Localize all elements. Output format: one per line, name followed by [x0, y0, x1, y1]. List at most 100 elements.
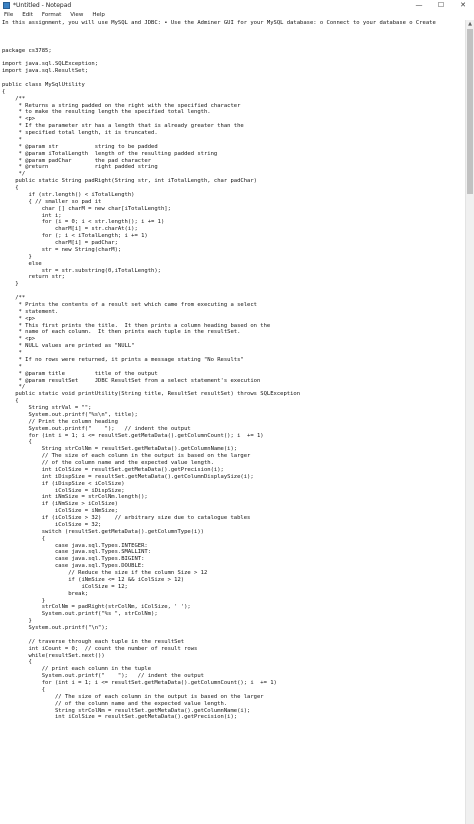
- code-line: * @param resultSet JDBC ResultSet from a…: [2, 377, 261, 384]
- code-line: In this assignment, you will use MySQL a…: [2, 20, 436, 26]
- code-line: * Returns a string padded on the right w…: [2, 102, 241, 109]
- code-line: {: [2, 398, 19, 405]
- code-line: str = new String(charM);: [2, 246, 122, 253]
- code-line: case java.sql.Types.SMALLINT:: [2, 549, 152, 556]
- code-line: * This first prints the title. It then p…: [2, 322, 271, 329]
- code-line: System.out.printf("%s\n", title);: [2, 411, 138, 418]
- code-line: *: [2, 363, 22, 370]
- code-line: String strColNm = resultSet.getMetaData(…: [2, 707, 251, 714]
- code-line: // traverse through each tuple in the re…: [2, 638, 185, 645]
- code-line: {: [2, 535, 46, 542]
- menu-view[interactable]: View: [66, 11, 88, 20]
- code-line: {: [2, 439, 32, 446]
- close-button[interactable]: ✕: [452, 0, 474, 11]
- code-line: iColSize = iDispSize;: [2, 487, 125, 494]
- menu-file[interactable]: File: [0, 11, 18, 20]
- menu-format[interactable]: Format: [38, 11, 66, 20]
- code-line: int iNmSize = strColNm.length();: [2, 494, 148, 501]
- code-line: * @param str string to be padded: [2, 143, 158, 150]
- code-line: return str;: [2, 274, 65, 281]
- code-line: for (int i = 1; i <= resultSet.getMetaDa…: [2, 680, 277, 686]
- code-line: /**: [2, 95, 26, 102]
- code-line: *: [2, 136, 22, 143]
- code-line: import java.sql.ResultSet;: [2, 68, 89, 75]
- text-editor-area[interactable]: In this assignment, you will use MySQL a…: [0, 20, 465, 824]
- code-line: case java.sql.Types.BIGINT:: [2, 556, 145, 563]
- code-line: char [] charM = new char[iTotalLength];: [2, 205, 171, 212]
- code-line: {: [2, 686, 46, 693]
- code-line: iColSize = iNmSize;: [2, 508, 118, 515]
- code-line: if (str.length() < iTotalLength): [2, 191, 135, 198]
- notepad-icon: [3, 2, 10, 9]
- code-line: }: [2, 618, 32, 625]
- code-line: else: [2, 260, 42, 267]
- maximize-button[interactable]: ☐: [430, 0, 452, 11]
- menu-help[interactable]: Help: [88, 11, 110, 20]
- menu-bar: File Edit Format View Help: [0, 11, 474, 20]
- code-line: if (iColSize > 32) // arbitrary size due…: [2, 515, 251, 521]
- code-line: * name of each column. It then prints ea…: [2, 329, 241, 336]
- code-line: System.out.printf("%s ", strColNm);: [2, 611, 158, 618]
- code-line: package cs3785;: [2, 47, 52, 54]
- code-line: // The size of each column in the output…: [2, 453, 251, 460]
- code-line: // Reduce the size if the column Size > …: [2, 570, 208, 576]
- code-line: * <p>: [2, 336, 36, 343]
- code-line: int iColSize = resultSet.getMetaData().g…: [2, 714, 238, 721]
- code-line: public class MySqlUtility: [2, 81, 85, 88]
- code-line: }: [2, 281, 19, 288]
- code-line: for (; i < iTotalLength; i += 1): [2, 233, 148, 240]
- code-line: }: [2, 597, 46, 604]
- code-line: if (iNmSize <= 12 && iColSize > 12): [2, 576, 185, 583]
- code-line: * <p>: [2, 315, 36, 322]
- code-line: System.out.printf("\n");: [2, 625, 108, 631]
- code-line: if (iDispSize < iColSize): [2, 480, 125, 487]
- scroll-thumb[interactable]: [467, 29, 473, 194]
- minimize-button[interactable]: —: [408, 0, 430, 11]
- code-line: // of the column name and the expected v…: [2, 460, 214, 466]
- code-line: str = str.substring(0,iTotalLength);: [2, 267, 161, 274]
- code-line: int iColSize = resultSet.getMetaData().g…: [2, 466, 224, 473]
- code-line: * specified total length, it is truncate…: [2, 130, 158, 136]
- code-line: * If the parameter str has a length that…: [2, 123, 244, 130]
- code-line: while(resultSet.next()): [2, 652, 105, 659]
- code-line: * @return right padded string: [2, 164, 158, 171]
- code-line: int i;: [2, 212, 62, 219]
- code-line: String strVal = "";: [2, 405, 92, 411]
- code-line: // The size of each column in the output…: [2, 693, 264, 700]
- code-line: { // smaller so pad it: [2, 198, 102, 205]
- window-controls: — ☐ ✕: [408, 0, 474, 11]
- code-line: */: [2, 171, 26, 178]
- code-line: * to make the resulting length the speci…: [2, 109, 211, 116]
- code-line: * statement.: [2, 308, 59, 315]
- code-line: charM[i] = padChar;: [2, 240, 118, 246]
- code-line: int iCount = 0; // count the number of r…: [2, 645, 198, 652]
- code-line: // of the column name and the expected v…: [2, 700, 228, 707]
- code-line: switch (resultSet.getMetaData().getColum…: [2, 528, 204, 535]
- code-line: strColNm = padRight(strColNm, iColSize, …: [2, 604, 191, 611]
- code-line: * If no rows were returned, it prints a …: [2, 356, 244, 363]
- code-line: import java.sql.SQLException;: [2, 61, 99, 68]
- code-line: iColSize = 32;: [2, 521, 102, 528]
- editor-text: In this assignment, you will use MySQL a…: [0, 20, 465, 721]
- menu-edit[interactable]: Edit: [18, 11, 38, 20]
- code-line: // print each column in the tuple: [2, 666, 152, 673]
- code-line: * @param iTotalLength length of the resu…: [2, 150, 218, 157]
- title-bar: *Untitled - Notepad — ☐ ✕: [0, 0, 474, 11]
- code-line: case java.sql.Types.INTEGER:: [2, 542, 148, 549]
- code-line: * @param title title of the output: [2, 370, 158, 377]
- code-line: for (i = 0; i < str.length(); i += 1): [2, 219, 165, 226]
- code-line: String strColNm = resultSet.getMetaData(…: [2, 446, 238, 453]
- code-line: System.out.printf(" "); // indent the ou…: [2, 425, 191, 432]
- code-line: {: [2, 88, 6, 95]
- code-line: charM[i] = str.charAt(i);: [2, 226, 138, 233]
- code-line: * NULL values are printed as "NULL": [2, 343, 135, 350]
- vertical-scrollbar[interactable]: ▲: [465, 20, 474, 824]
- code-line: * @param padChar the pad character: [2, 157, 152, 164]
- scroll-up-arrow-icon[interactable]: ▲: [466, 20, 474, 28]
